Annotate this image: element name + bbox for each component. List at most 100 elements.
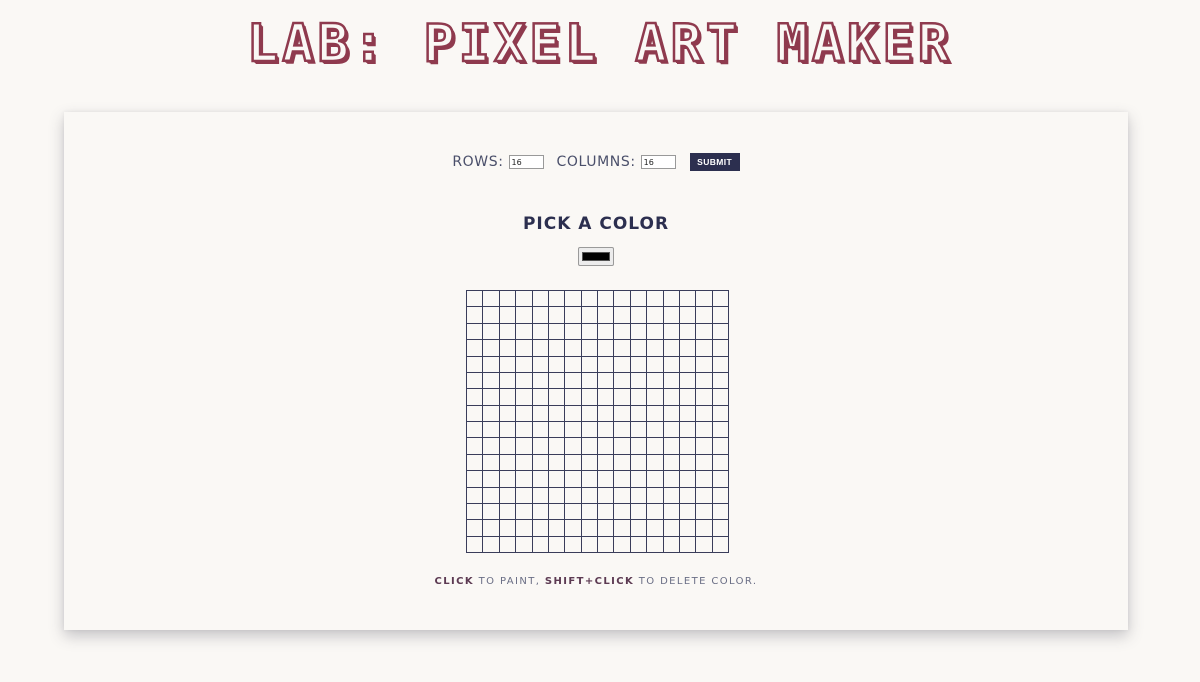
grid-cell[interactable] [580,502,599,521]
grid-cell[interactable] [711,355,730,373]
grid-cell[interactable] [695,355,713,373]
grid-cell[interactable] [613,502,631,521]
grid-cell[interactable] [465,470,484,488]
grid-cell[interactable] [678,519,697,537]
grid-cell[interactable] [678,535,697,554]
grid-cell[interactable] [498,322,517,341]
grid-cell[interactable] [580,519,599,537]
grid-cell[interactable] [613,470,631,488]
grid-cell[interactable] [629,453,648,472]
grid-cell[interactable] [564,388,582,406]
grid-cell[interactable] [711,404,730,423]
grid-cell[interactable] [547,355,566,373]
grid-cell[interactable] [482,453,500,472]
grid-cell[interactable] [646,322,664,341]
grid-cell[interactable] [596,437,615,455]
grid-cell[interactable] [564,404,582,423]
grid-cell[interactable] [613,420,631,439]
grid-cell[interactable] [498,470,517,488]
grid-cell[interactable] [629,420,648,439]
grid-cell[interactable] [465,535,484,554]
grid-cell[interactable] [646,355,664,373]
grid-cell[interactable] [662,519,680,537]
grid-cell[interactable] [547,519,566,537]
grid-cell[interactable] [613,404,631,423]
grid-cell[interactable] [482,404,500,423]
grid-cell[interactable] [646,453,664,472]
grid-cell[interactable] [678,470,697,488]
grid-cell[interactable] [531,420,549,439]
grid-cell[interactable] [596,388,615,406]
grid-cell[interactable] [482,502,500,521]
grid-cell[interactable] [629,371,648,390]
grid-cell[interactable] [695,289,713,308]
grid-cell[interactable] [613,388,631,406]
grid-cell[interactable] [515,371,533,390]
grid-cell[interactable] [564,306,582,324]
grid-cell[interactable] [678,371,697,390]
grid-cell[interactable] [580,306,599,324]
grid-cell[interactable] [564,339,582,357]
grid-cell[interactable] [531,437,549,455]
grid-cell[interactable] [515,502,533,521]
grid-cell[interactable] [482,470,500,488]
grid-cell[interactable] [564,322,582,341]
grid-cell[interactable] [580,535,599,554]
grid-cell[interactable] [515,339,533,357]
grid-cell[interactable] [695,502,713,521]
grid-cell[interactable] [547,535,566,554]
grid-cell[interactable] [580,355,599,373]
grid-cell[interactable] [564,420,582,439]
grid-cell[interactable] [629,502,648,521]
grid-cell[interactable] [662,420,680,439]
grid-cell[interactable] [531,502,549,521]
grid-cell[interactable] [465,404,484,423]
grid-cell[interactable] [547,437,566,455]
grid-cell[interactable] [515,453,533,472]
grid-cell[interactable] [596,420,615,439]
grid-cell[interactable] [515,289,533,308]
grid-cell[interactable] [662,470,680,488]
grid-cell[interactable] [646,519,664,537]
grid-cell[interactable] [580,339,599,357]
grid-cell[interactable] [678,355,697,373]
grid-cell[interactable] [613,322,631,341]
grid-cell[interactable] [695,371,713,390]
grid-cell[interactable] [646,388,664,406]
grid-cell[interactable] [547,453,566,472]
grid-cell[interactable] [629,404,648,423]
grid-cell[interactable] [695,388,713,406]
grid-cell[interactable] [482,437,500,455]
grid-cell[interactable] [547,322,566,341]
grid-cell[interactable] [580,322,599,341]
grid-cell[interactable] [465,339,484,357]
grid-cell[interactable] [646,420,664,439]
grid-cell[interactable] [531,355,549,373]
grid-cell[interactable] [498,437,517,455]
grid-cell[interactable] [596,289,615,308]
grid-cell[interactable] [596,322,615,341]
grid-cell[interactable] [531,470,549,488]
grid-cell[interactable] [498,339,517,357]
grid-cell[interactable] [695,486,713,504]
grid-cell[interactable] [482,486,500,504]
grid-cell[interactable] [695,453,713,472]
grid-cell[interactable] [711,306,730,324]
grid-cell[interactable] [711,388,730,406]
grid-cell[interactable] [515,535,533,554]
grid-cell[interactable] [613,355,631,373]
grid-cell[interactable] [629,322,648,341]
grid-cell[interactable] [547,371,566,390]
grid-cell[interactable] [580,437,599,455]
grid-cell[interactable] [629,535,648,554]
grid-cell[interactable] [498,355,517,373]
grid-cell[interactable] [646,339,664,357]
grid-cell[interactable] [662,404,680,423]
grid-cell[interactable] [596,306,615,324]
grid-cell[interactable] [646,371,664,390]
grid-cell[interactable] [678,420,697,439]
grid-cell[interactable] [662,371,680,390]
grid-cell[interactable] [613,453,631,472]
grid-cell[interactable] [596,339,615,357]
grid-cell[interactable] [564,437,582,455]
